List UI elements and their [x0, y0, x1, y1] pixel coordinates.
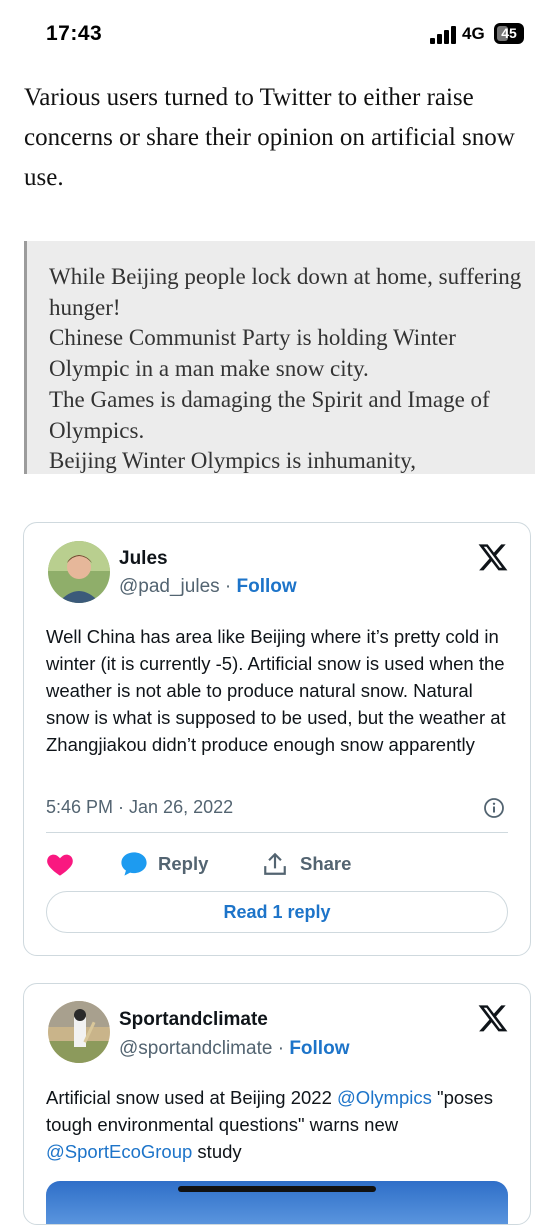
battery-icon: 45: [494, 23, 524, 44]
quote-overlap-mask: [24, 474, 532, 510]
author-handle-line: @pad_jules · Follow: [119, 576, 297, 598]
quote-line: While Beijing people lock down at home, …: [49, 264, 522, 320]
share-label: Share: [300, 853, 352, 874]
quote-line: Beijing Winter Olympics is inhumanity,: [49, 448, 417, 474]
info-icon[interactable]: [483, 797, 505, 819]
mention-sportecogroup-link[interactable]: @SportEcoGroup: [46, 1141, 192, 1162]
signal-icon: [430, 26, 458, 44]
read-replies-button[interactable]: Read 1 reply: [46, 891, 508, 933]
battery-percent: 45: [501, 25, 517, 41]
reply-bubble-icon: [121, 852, 147, 876]
author-handle[interactable]: @sportandclimate: [119, 1038, 272, 1059]
status-bar: 17:43 4G 45: [0, 0, 554, 70]
x-logo-icon[interactable]: [476, 1002, 510, 1034]
text-part: study: [192, 1141, 242, 1162]
home-indicator[interactable]: [178, 1186, 376, 1192]
article-paragraph: Various users turned to Twitter to eithe…: [24, 84, 515, 191]
tweet-actions: Reply Share: [46, 849, 508, 879]
divider: [46, 832, 508, 833]
network-type: 4G: [462, 24, 485, 43]
tweet-text: Artificial snow used at Beijing 2022 @Ol…: [46, 1084, 516, 1165]
author-name[interactable]: Jules: [119, 548, 168, 570]
separator-dot: ·: [224, 576, 232, 597]
quote-line: Chinese Communist Party is holding Winte…: [49, 325, 456, 382]
author-handle[interactable]: @pad_jules: [119, 576, 220, 597]
share-button[interactable]: Share: [262, 849, 351, 879]
mention-olympics-link[interactable]: @Olympics: [337, 1087, 432, 1108]
reply-button[interactable]: Reply: [120, 849, 208, 879]
follow-link[interactable]: Follow: [237, 576, 297, 597]
tweet-text: Well China has area like Beijing where i…: [46, 626, 506, 755]
tweet-card[interactable]: Jules @pad_jules · Follow Well China has…: [23, 522, 531, 956]
text-part: Artificial snow used at Beijing 2022: [46, 1087, 338, 1108]
author-name[interactable]: Sportandclimate: [119, 1009, 268, 1031]
avatar[interactable]: [48, 1001, 110, 1063]
follow-link[interactable]: Follow: [289, 1038, 349, 1059]
status-time: 17:43: [46, 22, 103, 45]
separator-dot: ·: [277, 1038, 285, 1059]
share-icon: [264, 852, 286, 875]
like-heart-icon: [47, 854, 73, 876]
quote-line: The Games is damaging the Spirit and Ima…: [49, 386, 490, 443]
reply-label: Reply: [158, 853, 209, 874]
author-handle-line: @sportandclimate · Follow: [119, 1038, 349, 1060]
like-button[interactable]: [46, 849, 74, 879]
quote-text: While Beijing people lock down at home, …: [49, 262, 529, 477]
blockquote: While Beijing people lock down at home, …: [24, 241, 535, 474]
avatar[interactable]: [48, 541, 110, 603]
tweet-timestamp[interactable]: 5:46 PM · Jan 26, 2022: [46, 797, 233, 818]
x-logo-icon[interactable]: [476, 541, 510, 573]
